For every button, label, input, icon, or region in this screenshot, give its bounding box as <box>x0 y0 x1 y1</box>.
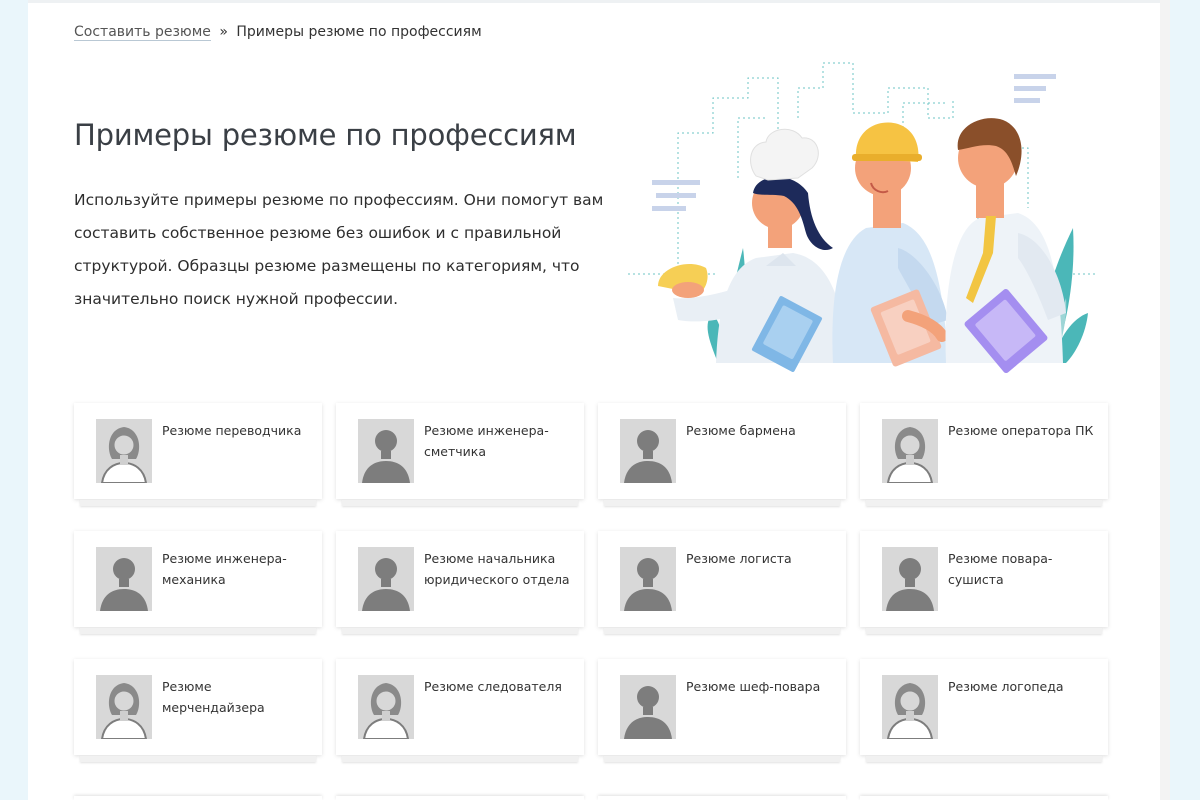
card-preview <box>74 796 322 800</box>
breadcrumb-separator: » <box>219 24 228 40</box>
male-avatar-icon <box>620 419 676 483</box>
breadcrumb: Составить резюме » Примеры резюме по про… <box>74 24 482 41</box>
resume-card[interactable]: Резюме повара-сушиста <box>860 531 1108 634</box>
card-preview <box>860 796 1108 800</box>
next-row-preview <box>74 796 1108 800</box>
resume-card-label[interactable]: Резюме шеф-повара <box>686 676 836 697</box>
resume-card[interactable]: Резюме логиста <box>598 531 846 634</box>
resume-card-label[interactable]: Резюме мерчендайзера <box>162 676 312 718</box>
female-avatar-icon <box>882 675 938 739</box>
resume-card-label[interactable]: Резюме логиста <box>686 548 836 569</box>
breadcrumb-link-create-resume[interactable]: Составить резюме <box>74 24 211 41</box>
resume-card-label[interactable]: Резюме бармена <box>686 420 836 441</box>
female-avatar-icon <box>358 675 414 739</box>
page-container: Составить резюме » Примеры резюме по про… <box>28 0 1170 800</box>
resume-card[interactable]: Резюме логопеда <box>860 659 1108 762</box>
male-avatar-icon <box>358 419 414 483</box>
female-avatar-icon <box>882 419 938 483</box>
resume-card-label[interactable]: Резюме инженера-механика <box>162 548 312 590</box>
page-title: Примеры резюме по профессиям <box>74 118 577 152</box>
resume-card-label[interactable]: Резюме инженера-сметчика <box>424 420 574 462</box>
resume-card[interactable]: Резюме следователя <box>336 659 584 762</box>
resume-card-label[interactable]: Резюме логопеда <box>948 676 1098 697</box>
resume-card[interactable]: Резюме переводчика <box>74 403 322 506</box>
scrollbar-track[interactable] <box>1160 0 1170 800</box>
female-avatar-icon <box>96 419 152 483</box>
male-avatar-icon <box>96 547 152 611</box>
breadcrumb-current: Примеры резюме по профессиям <box>236 24 482 40</box>
resume-card[interactable]: Резюме шеф-повара <box>598 659 846 762</box>
resume-card-label[interactable]: Резюме оператора ПК <box>948 420 1098 441</box>
resume-card-label[interactable]: Резюме следователя <box>424 676 574 697</box>
top-divider <box>28 0 1170 3</box>
resume-card[interactable]: Резюме оператора ПК <box>860 403 1108 506</box>
resume-card[interactable]: Резюме мерчендайзера <box>74 659 322 762</box>
resume-card[interactable]: Резюме бармена <box>598 403 846 506</box>
professionals-illustration <box>598 58 1123 388</box>
male-avatar-icon <box>358 547 414 611</box>
resume-cards-grid: Резюме переводчика Резюме инженера-сметчи… <box>74 403 1108 762</box>
card-preview <box>336 796 584 800</box>
female-avatar-icon <box>96 675 152 739</box>
male-avatar-icon <box>882 547 938 611</box>
resume-card[interactable]: Резюме начальника юридического отдела <box>336 531 584 634</box>
intro-text: Используйте примеры резюме по профессиям… <box>74 191 604 308</box>
male-avatar-icon <box>620 547 676 611</box>
resume-card-label[interactable]: Резюме повара-сушиста <box>948 548 1098 590</box>
resume-card[interactable]: Резюме инженера-сметчика <box>336 403 584 506</box>
resume-card-label[interactable]: Резюме переводчика <box>162 420 312 441</box>
male-avatar-icon <box>620 675 676 739</box>
resume-card-label[interactable]: Резюме начальника юридического отдела <box>424 548 574 590</box>
resume-card[interactable]: Резюме инженера-механика <box>74 531 322 634</box>
card-preview <box>598 796 846 800</box>
